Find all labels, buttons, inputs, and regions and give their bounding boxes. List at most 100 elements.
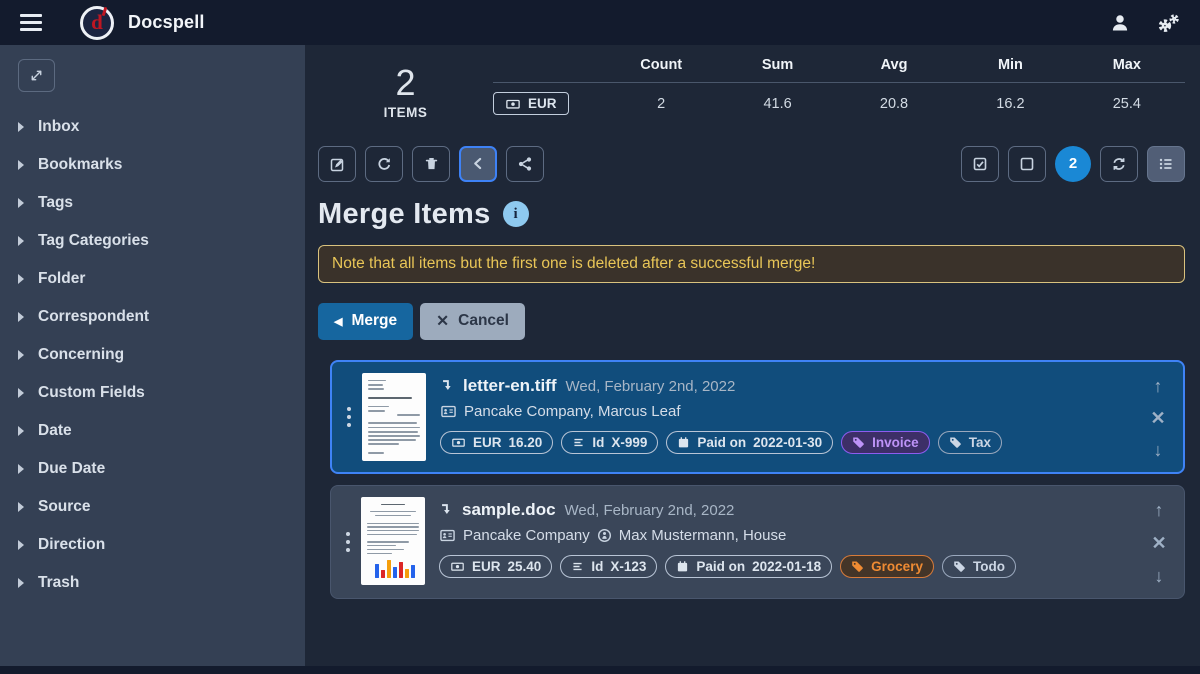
item-correspondent: Pancake Company: [463, 527, 590, 544]
delete-button[interactable]: [412, 146, 450, 182]
move-down-icon[interactable]: ↓: [1155, 567, 1164, 585]
amount-chip: EUR 16.20: [440, 431, 553, 454]
page-title: Merge Items: [318, 198, 491, 231]
item-name[interactable]: sample.doc: [462, 500, 556, 520]
list-view-button[interactable]: [1147, 146, 1185, 182]
menu-hamburger-icon[interactable]: [20, 14, 42, 31]
sidebar-item-inbox[interactable]: Inbox: [18, 108, 305, 146]
deselect-all-button[interactable]: [1008, 146, 1046, 182]
item-card-letter-en[interactable]: letter-en.tiff Wed, February 2nd, 2022 P…: [330, 360, 1185, 474]
settings-gears-icon[interactable]: [1156, 12, 1180, 34]
drag-handle-icon[interactable]: [338, 371, 360, 463]
calendar-icon: [676, 560, 689, 573]
stats-table: Count Sum Avg Min Max EUR 2: [493, 57, 1185, 120]
item-date: Wed, February 2nd, 2022: [566, 378, 736, 395]
docspell-app: d Docspell Inbox Bookmarks: [0, 0, 1200, 674]
sidebar-item-correspondent[interactable]: Correspondent: [18, 298, 305, 336]
thumbnail-chart: [375, 560, 419, 578]
merge-button[interactable]: ◀ Merge: [318, 303, 413, 340]
stats-summary: 2 ITEMS Count Sum Avg Min Max: [318, 57, 1185, 120]
sidebar-item-bookmarks[interactable]: Bookmarks: [18, 146, 305, 184]
left-sidebar: Inbox Bookmarks Tags Tag Categories Fold…: [0, 45, 305, 666]
stats-col-count: Count: [603, 57, 719, 73]
sidebar-item-label: Concerning: [38, 346, 124, 364]
refresh-button[interactable]: [1100, 146, 1138, 182]
stats-val-min: 16.2: [952, 96, 1068, 112]
item-thumbnail: [362, 373, 426, 461]
stats-val-avg: 20.8: [836, 96, 952, 112]
sidebar-nav: Inbox Bookmarks Tags Tag Categories Fold…: [18, 108, 305, 602]
sidebar-item-tags[interactable]: Tags: [18, 184, 305, 222]
remove-item-icon[interactable]: ✕: [1151, 534, 1166, 552]
edit-button[interactable]: [318, 146, 356, 182]
stats-col-sum: Sum: [719, 57, 835, 73]
caret-right-icon: [18, 464, 24, 474]
selected-count-badge: 2: [1055, 146, 1091, 182]
expand-sidebar-button[interactable]: [18, 59, 55, 92]
sidebar-item-folder[interactable]: Folder: [18, 260, 305, 298]
reprocess-button[interactable]: [365, 146, 403, 182]
sidebar-item-direction[interactable]: Direction: [18, 526, 305, 564]
item-concerning: Max Mustermann, House: [619, 527, 787, 544]
sidebar-item-label: Date: [38, 422, 72, 440]
sidebar-item-source[interactable]: Source: [18, 488, 305, 526]
sidebar-item-label: Direction: [38, 536, 105, 554]
stats-col-min: Min: [952, 57, 1068, 73]
merge-item-list: letter-en.tiff Wed, February 2nd, 2022 P…: [330, 360, 1185, 610]
sidebar-item-trash[interactable]: Trash: [18, 564, 305, 602]
id-value: X-999: [611, 435, 647, 450]
merge-mode-button[interactable]: [459, 146, 497, 182]
edit-pencil-icon: [329, 156, 345, 172]
move-up-icon[interactable]: ↑: [1154, 377, 1163, 395]
arrow-turn-down-icon: [439, 502, 453, 517]
caret-right-icon: [18, 502, 24, 512]
money-bill-icon: [451, 436, 466, 449]
user-icon[interactable]: [1110, 13, 1130, 33]
cancel-button[interactable]: ✕ Cancel: [420, 303, 525, 340]
sidebar-item-tag-categories[interactable]: Tag Categories: [18, 222, 305, 260]
share-nodes-icon: [517, 156, 533, 172]
info-icon[interactable]: i: [503, 201, 529, 227]
merge-arrow-icon: ◀: [334, 315, 342, 328]
lines-icon: [572, 436, 585, 449]
move-down-icon[interactable]: ↓: [1154, 441, 1163, 459]
chevron-left-icon: [471, 156, 485, 171]
sidebar-item-label: Bookmarks: [38, 156, 122, 174]
street-view-icon: [597, 528, 612, 543]
item-name[interactable]: letter-en.tiff: [463, 376, 557, 396]
move-up-icon[interactable]: ↑: [1155, 501, 1164, 519]
caret-right-icon: [18, 578, 24, 588]
caret-right-icon: [18, 540, 24, 550]
tag-icon: [949, 436, 962, 449]
select-all-button[interactable]: [961, 146, 999, 182]
caret-right-icon: [18, 312, 24, 322]
item-card-sample-doc[interactable]: sample.doc Wed, February 2nd, 2022 Panca…: [330, 485, 1185, 599]
sync-arrows-icon: [1111, 156, 1127, 172]
share-button[interactable]: [506, 146, 544, 182]
sidebar-item-label: Tag Categories: [38, 232, 149, 250]
item-thumbnail: [361, 497, 425, 585]
paid-on-chip: Paid on 2022-01-18: [665, 555, 832, 578]
sidebar-item-date[interactable]: Date: [18, 412, 305, 450]
sidebar-item-label: Tags: [38, 194, 73, 212]
tag-chip-todo: Todo: [942, 555, 1016, 578]
item-date: Wed, February 2nd, 2022: [565, 502, 735, 519]
id-chip: Id X-999: [561, 431, 658, 454]
caret-right-icon: [18, 388, 24, 398]
lines-icon: [571, 560, 584, 573]
empty-square-icon: [1019, 156, 1035, 172]
sidebar-item-custom-fields[interactable]: Custom Fields: [18, 374, 305, 412]
merge-button-label: Merge: [351, 312, 397, 330]
money-bill-icon: [505, 97, 521, 111]
items-count: 2: [395, 63, 415, 103]
caret-right-icon: [18, 426, 24, 436]
sidebar-item-due-date[interactable]: Due Date: [18, 450, 305, 488]
cancel-x-icon: ✕: [436, 312, 449, 331]
sidebar-item-concerning[interactable]: Concerning: [18, 336, 305, 374]
merge-warning-note: Note that all items but the first one is…: [318, 245, 1185, 283]
tag-label: Todo: [973, 559, 1005, 574]
drag-handle-icon[interactable]: [337, 495, 359, 589]
remove-item-icon[interactable]: ✕: [1150, 409, 1165, 427]
tag-chip-grocery: Grocery: [840, 555, 934, 578]
caret-right-icon: [18, 122, 24, 132]
